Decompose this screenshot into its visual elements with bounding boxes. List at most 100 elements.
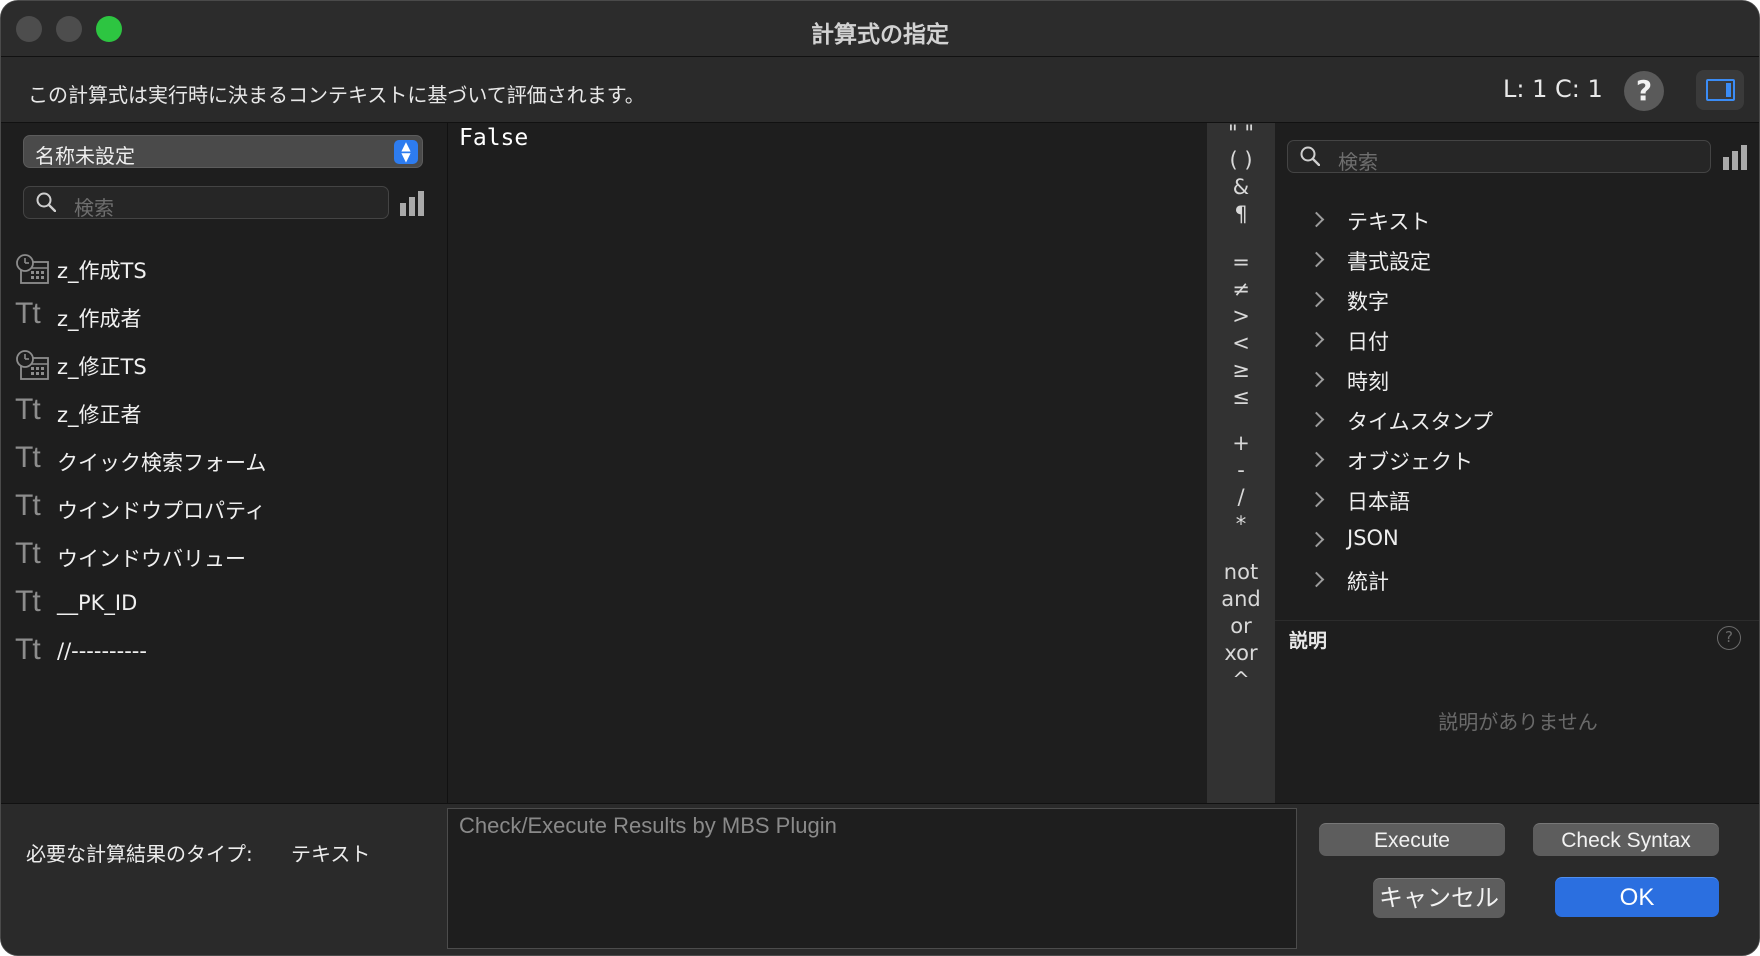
- info-bar: この計算式は実行時に決まるコンテキストに基づいて評価されます。 L: 1 C: …: [1, 57, 1759, 123]
- formula-editor[interactable]: False: [448, 123, 1207, 803]
- operator-parens[interactable]: ( ): [1207, 148, 1275, 172]
- text-field-icon: Tt: [15, 489, 41, 522]
- timestamp-icon: [16, 350, 49, 380]
- result-type-value: テキスト: [291, 842, 371, 866]
- result-type-label: 必要な計算結果のタイプ:: [26, 842, 253, 866]
- field-search-input[interactable]: 検索: [23, 186, 389, 220]
- table-select-value: 名称未設定: [35, 144, 135, 168]
- ok-button[interactable]: OK: [1555, 877, 1719, 917]
- function-category-label: 統計: [1347, 570, 1389, 594]
- field-list-item[interactable]: Tt ウインドウバリュー: [15, 535, 435, 583]
- function-panel: 検索 テキスト 書式設定 数字 日付 時刻 タイムスタンプ オブジェクト 日本語…: [1275, 123, 1759, 803]
- operator-or[interactable]: or: [1207, 614, 1275, 638]
- operator-less[interactable]: <: [1207, 331, 1275, 355]
- chevron-right-icon: [1308, 411, 1325, 428]
- field-list-item[interactable]: Tt クイック検索フォーム: [15, 439, 435, 487]
- chevron-right-icon: [1308, 491, 1325, 508]
- operator-equal[interactable]: =: [1207, 250, 1275, 274]
- field-name: __PK_ID: [57, 591, 138, 615]
- field-panel: 名称未設定 ▲ ▼ 検索 z_作成TS Tt z_作成者 z_修正TS Tt z…: [1, 123, 448, 803]
- chevron-right-icon: [1308, 251, 1325, 268]
- chevron-right-icon: [1308, 291, 1325, 308]
- operator-plus[interactable]: +: [1207, 431, 1275, 455]
- operator-power[interactable]: ^: [1207, 668, 1275, 692]
- function-category-label: 時刻: [1347, 370, 1389, 394]
- operator-multiply[interactable]: *: [1207, 512, 1275, 536]
- chevron-right-icon: [1308, 531, 1325, 548]
- table-occurrence-select[interactable]: 名称未設定 ▲ ▼: [23, 135, 423, 168]
- field-list-item[interactable]: Tt ウインドウプロパティ: [15, 487, 435, 535]
- operator-greater[interactable]: >: [1207, 304, 1275, 328]
- check-syntax-button[interactable]: Check Syntax: [1533, 823, 1719, 856]
- field-list-item[interactable]: z_修正TS: [15, 343, 435, 391]
- function-category-item[interactable]: 時刻: [1275, 363, 1759, 403]
- function-search-input[interactable]: 検索: [1287, 140, 1711, 174]
- text-field-icon: Tt: [15, 633, 41, 666]
- results-textarea[interactable]: Check/Execute Results by MBS Plugin: [447, 808, 1297, 949]
- field-list: z_作成TS Tt z_作成者 z_修正TS Tt z_修正者 Tt クイック検…: [15, 247, 435, 679]
- function-category-item[interactable]: 数字: [1275, 283, 1759, 323]
- field-list-item[interactable]: Tt //----------: [15, 631, 435, 679]
- description-help-icon[interactable]: ?: [1717, 626, 1741, 650]
- function-category-item[interactable]: 書式設定: [1275, 243, 1759, 283]
- field-search-placeholder: 検索: [74, 196, 114, 220]
- context-message: この計算式は実行時に決まるコンテキストに基づいて評価されます。: [28, 83, 645, 107]
- field-name: クイック検索フォーム: [57, 451, 267, 475]
- text-field-icon: Tt: [15, 297, 41, 330]
- field-list-item[interactable]: Tt z_修正者: [15, 391, 435, 439]
- function-category-item[interactable]: タイムスタンプ: [1275, 403, 1759, 443]
- field-name: z_作成TS: [57, 259, 147, 283]
- function-category-item[interactable]: 日付: [1275, 323, 1759, 363]
- operator-divide[interactable]: /: [1207, 485, 1275, 509]
- window-title: 計算式の指定: [811, 22, 949, 48]
- function-category-label: 日本語: [1347, 490, 1410, 514]
- function-category-item[interactable]: テキスト: [1275, 203, 1759, 243]
- operator-minus[interactable]: -: [1207, 458, 1275, 482]
- function-category-item[interactable]: 日本語: [1275, 483, 1759, 523]
- execute-button[interactable]: Execute: [1319, 823, 1505, 856]
- function-category-item[interactable]: JSON: [1275, 523, 1759, 563]
- operator-pilcrow[interactable]: ¶: [1207, 202, 1275, 226]
- description-title: 説明: [1289, 630, 1328, 652]
- help-button[interactable]: ?: [1624, 71, 1664, 111]
- field-name: z_修正者: [57, 403, 142, 427]
- function-category-label: 書式設定: [1347, 250, 1431, 274]
- field-list-item[interactable]: Tt __PK_ID: [15, 583, 435, 631]
- text-field-icon: Tt: [15, 537, 41, 570]
- field-list-item[interactable]: Tt z_作成者: [15, 295, 435, 343]
- operator-less-equal[interactable]: ≤: [1207, 385, 1275, 409]
- function-category-label: 数字: [1347, 290, 1389, 314]
- text-field-icon: Tt: [15, 441, 41, 474]
- operator-quotes[interactable]: " ": [1207, 121, 1275, 145]
- sidebar-toggle-icon: [1706, 79, 1735, 101]
- chevron-right-icon: [1308, 211, 1325, 228]
- field-name: ウインドウバリュー: [57, 547, 246, 571]
- chevron-right-icon: [1308, 571, 1325, 588]
- search-icon: [1300, 146, 1320, 166]
- description-empty-text: 説明がありません: [1438, 710, 1598, 734]
- operator-not[interactable]: not: [1207, 560, 1275, 584]
- function-search-placeholder: 検索: [1338, 150, 1378, 174]
- title-bar: 計算式の指定: [1, 1, 1759, 57]
- operator-not-equal[interactable]: ≠: [1207, 277, 1275, 301]
- chevron-updown-icon: ▲ ▼: [394, 140, 418, 164]
- sidebar-toggle-button[interactable]: [1696, 70, 1744, 110]
- sort-bars-icon[interactable]: [400, 190, 426, 216]
- operator-greater-equal[interactable]: ≥: [1207, 358, 1275, 382]
- function-category-item[interactable]: 統計: [1275, 563, 1759, 603]
- cancel-button[interactable]: キャンセル: [1373, 878, 1505, 918]
- operator-strip: " " ( ) & ¶ = ≠ > < ≥ ≤ + - / * not and …: [1207, 121, 1275, 803]
- text-field-icon: Tt: [15, 393, 41, 426]
- operator-and[interactable]: and: [1207, 587, 1275, 611]
- field-name: z_作成者: [57, 307, 142, 331]
- formula-dialog: 計算式の指定 この計算式は実行時に決まるコンテキストに基づいて評価されます。 L…: [0, 0, 1760, 956]
- operator-xor[interactable]: xor: [1207, 641, 1275, 665]
- function-category-label: タイムスタンプ: [1347, 410, 1493, 434]
- operator-ampersand[interactable]: &: [1207, 175, 1275, 199]
- description-header: 説明 ?: [1275, 620, 1759, 656]
- function-category-item[interactable]: オブジェクト: [1275, 443, 1759, 483]
- function-category-list: テキスト 書式設定 数字 日付 時刻 タイムスタンプ オブジェクト 日本語 JS…: [1275, 203, 1759, 741]
- field-list-item[interactable]: z_作成TS: [15, 247, 435, 295]
- sort-bars-icon[interactable]: [1723, 144, 1749, 170]
- formula-text: False: [459, 125, 529, 151]
